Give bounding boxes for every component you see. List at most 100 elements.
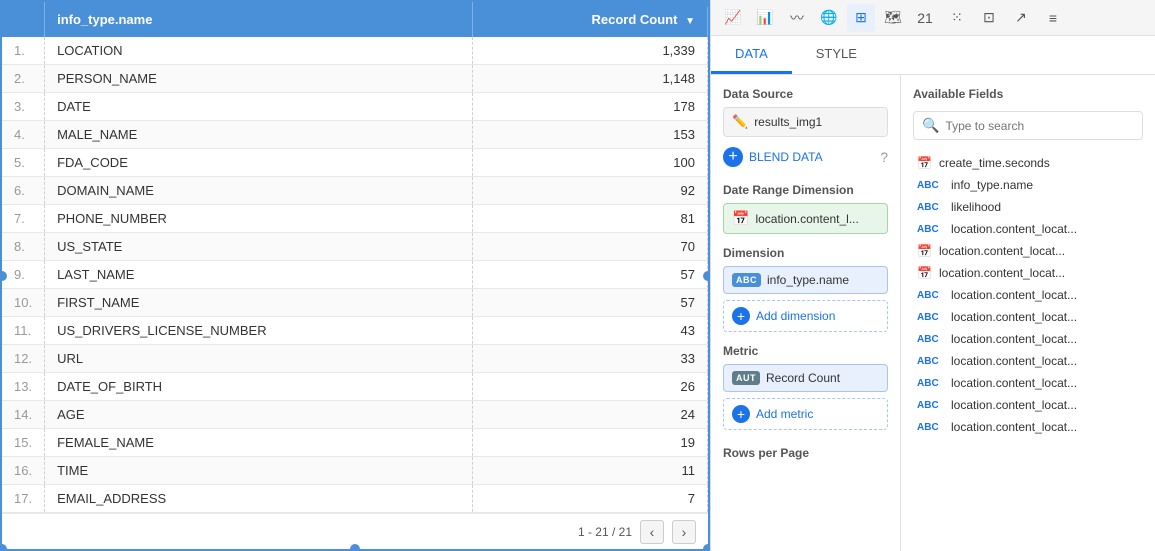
available-fields-col: Available Fields 🔍 📅 create_time.seconds… <box>901 75 1155 551</box>
bullet-btn[interactable]: ≡ <box>1039 4 1067 32</box>
add-metric-icon: + <box>732 405 750 423</box>
row-num: 16. <box>2 457 45 485</box>
row-num: 14. <box>2 401 45 429</box>
chart-type-bar: 📈 📊 〰 🌐 ⊞ 🗺 21 ⁙ ⊡ ↗ ≡ <box>711 0 1155 36</box>
dimension-value: info_type.name <box>767 273 849 287</box>
table-row: 3. DATE 178 <box>2 93 708 121</box>
metric-chip[interactable]: AUT Record Count <box>723 364 888 392</box>
resize-handle-bl[interactable] <box>0 544 7 551</box>
field-item[interactable]: 📅 create_time.seconds <box>913 152 1143 174</box>
row-count: 33 <box>473 345 708 373</box>
panel-content: Data Source ✏️ results_img1 + BLEND DATA… <box>711 75 1155 551</box>
row-num: 6. <box>2 177 45 205</box>
prev-page-button[interactable]: ‹ <box>640 520 664 544</box>
metric-section: Metric AUT Record Count + Add metric <box>723 344 888 430</box>
field-name: location.content_locat... <box>939 244 1065 258</box>
table-chart-btn[interactable]: ⊞ <box>847 4 875 32</box>
line-chart-btn[interactable]: 📈 <box>719 4 747 32</box>
next-page-button[interactable]: › <box>672 520 696 544</box>
row-count: 100 <box>473 149 708 177</box>
table-row: 17. EMAIL_ADDRESS 7 <box>2 485 708 513</box>
row-count: 43 <box>473 317 708 345</box>
row-count: 7 <box>473 485 708 513</box>
field-item[interactable]: ABC location.content_locat... <box>913 284 1143 306</box>
col-count-label: Record Count <box>592 12 678 27</box>
fields-list: 📅 create_time.seconds ABC info_type.name… <box>913 152 1143 438</box>
abc-badge: ABC <box>732 273 761 287</box>
row-name: FIRST_NAME <box>45 289 473 317</box>
field-item[interactable]: ABC location.content_locat... <box>913 350 1143 372</box>
row-count: 57 <box>473 261 708 289</box>
resize-handle-tr[interactable] <box>703 0 710 7</box>
trend-btn[interactable]: ↗ <box>1007 4 1035 32</box>
globe-chart-btn[interactable]: 🌐 <box>815 4 843 32</box>
resize-handle-bottom[interactable] <box>350 544 360 551</box>
field-item[interactable]: ABC location.content_locat... <box>913 328 1143 350</box>
col-name-header[interactable]: info_type.name <box>45 2 473 37</box>
row-count: 1,339 <box>473 37 708 65</box>
col-count-header[interactable]: Record Count ▼ <box>473 2 708 37</box>
blend-plus-icon: + <box>723 147 743 167</box>
area-chart-btn[interactable]: 〰 <box>783 4 811 32</box>
row-count: 57 <box>473 289 708 317</box>
field-item[interactable]: 📅 location.content_locat... <box>913 240 1143 262</box>
row-num: 10. <box>2 289 45 317</box>
resize-handle-right[interactable] <box>703 271 710 281</box>
abc-field-icon: ABC <box>917 400 945 411</box>
table-row: 12. URL 33 <box>2 345 708 373</box>
geo-chart-btn[interactable]: 🗺 <box>879 4 907 32</box>
add-metric-btn[interactable]: + Add metric <box>723 398 888 430</box>
field-item[interactable]: ABC location.content_locat... <box>913 416 1143 438</box>
field-item[interactable]: ABC location.content_locat... <box>913 218 1143 240</box>
row-count: 19 <box>473 429 708 457</box>
row-count: 11 <box>473 457 708 485</box>
field-item[interactable]: 📅 location.content_locat... <box>913 262 1143 284</box>
table-row: 4. MALE_NAME 153 <box>2 121 708 149</box>
calendar-field-icon: 📅 <box>917 156 933 170</box>
metric-label: Metric <box>723 344 888 358</box>
table-row: 13. DATE_OF_BIRTH 26 <box>2 373 708 401</box>
field-item[interactable]: ABC info_type.name <box>913 174 1143 196</box>
data-source-row[interactable]: ✏️ results_img1 <box>723 107 888 137</box>
search-icon: 🔍 <box>922 117 939 134</box>
blend-data-btn[interactable]: + BLEND DATA ? <box>723 143 888 171</box>
right-panel: 📈 📊 〰 🌐 ⊞ 🗺 21 ⁙ ⊡ ↗ ≡ DATA STYLE Data S… <box>710 0 1155 551</box>
field-name: info_type.name <box>951 178 1033 192</box>
scorecard-btn[interactable]: 21 <box>911 4 939 32</box>
resize-handle-br[interactable] <box>703 544 710 551</box>
row-name: DOMAIN_NAME <box>45 177 473 205</box>
field-item[interactable]: ABC likelihood <box>913 196 1143 218</box>
field-item[interactable]: ABC location.content_locat... <box>913 394 1143 416</box>
row-count: 70 <box>473 233 708 261</box>
dimension-label: Dimension <box>723 246 888 260</box>
dimension-chip[interactable]: ABC info_type.name <box>723 266 888 294</box>
row-num: 7. <box>2 205 45 233</box>
row-name: LOCATION <box>45 37 473 65</box>
table-panel: info_type.name Record Count ▼ 1. LOCATIO… <box>0 0 710 551</box>
help-icon[interactable]: ? <box>880 149 888 165</box>
table-wrapper: info_type.name Record Count ▼ 1. LOCATIO… <box>2 2 708 549</box>
row-name: EMAIL_ADDRESS <box>45 485 473 513</box>
bar-chart-btn[interactable]: 📊 <box>751 4 779 32</box>
scatter-btn[interactable]: ⁙ <box>943 4 971 32</box>
row-name: LAST_NAME <box>45 261 473 289</box>
table-row: 8. US_STATE 70 <box>2 233 708 261</box>
field-name: location.content_locat... <box>951 288 1077 302</box>
search-input[interactable] <box>945 119 1134 133</box>
tab-style[interactable]: STYLE <box>792 36 881 74</box>
field-item[interactable]: ABC location.content_locat... <box>913 306 1143 328</box>
field-item[interactable]: ABC location.content_locat... <box>913 372 1143 394</box>
add-dimension-btn[interactable]: + Add dimension <box>723 300 888 332</box>
date-range-row[interactable]: 📅 location.content_l... <box>723 203 888 234</box>
tab-bar: DATA STYLE <box>711 36 1155 75</box>
row-count: 24 <box>473 401 708 429</box>
left-config-col: Data Source ✏️ results_img1 + BLEND DATA… <box>711 75 901 551</box>
metric-value: Record Count <box>766 371 840 385</box>
tab-data[interactable]: DATA <box>711 36 792 74</box>
pivot-btn[interactable]: ⊡ <box>975 4 1003 32</box>
table-row: 6. DOMAIN_NAME 92 <box>2 177 708 205</box>
calendar-icon: 📅 <box>732 210 749 227</box>
table-row: 5. FDA_CODE 100 <box>2 149 708 177</box>
row-name: PERSON_NAME <box>45 65 473 93</box>
search-row: 🔍 <box>913 111 1143 140</box>
